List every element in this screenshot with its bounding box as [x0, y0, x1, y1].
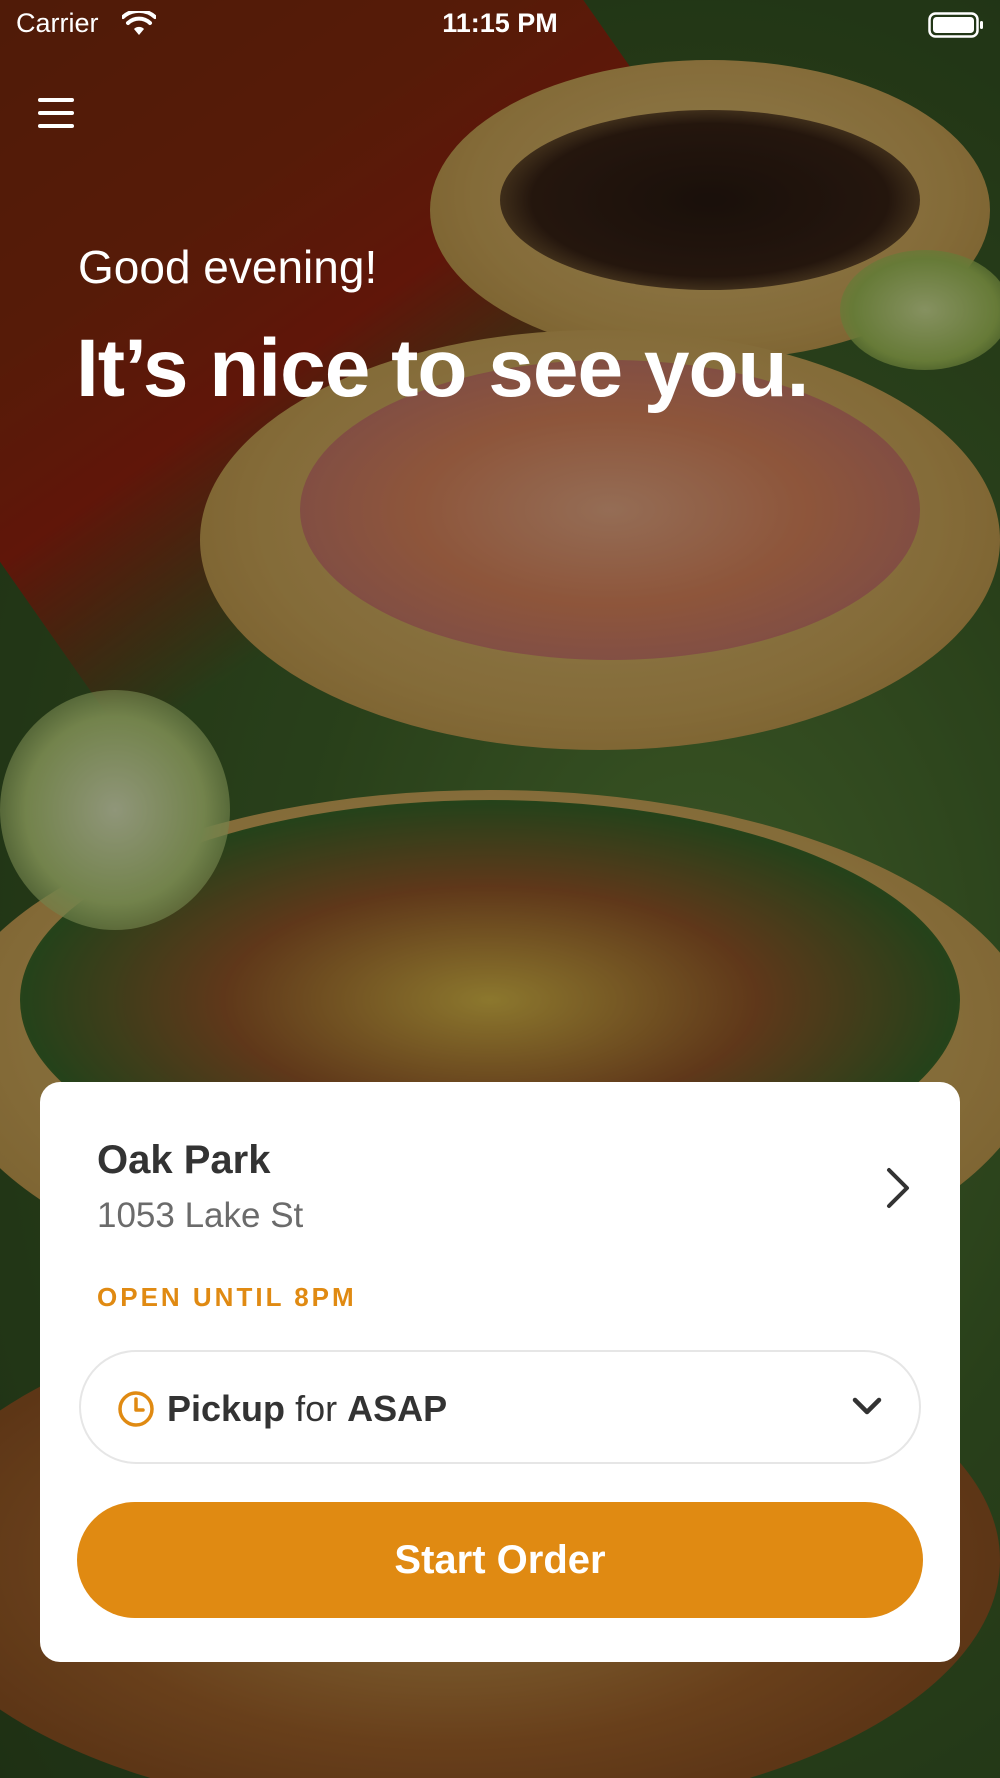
welcome-headline: It’s nice to see you. — [76, 323, 809, 414]
order-mode-text: Pickup for ASAP — [167, 1388, 447, 1430]
clock-icon — [118, 1391, 154, 1427]
chevron-down-icon — [852, 1397, 882, 1415]
battery-icon — [928, 12, 983, 38]
chevron-right-icon[interactable] — [884, 1166, 912, 1210]
start-order-button[interactable]: Start Order — [77, 1502, 923, 1618]
order-mode-connector: for — [295, 1388, 338, 1429]
location-card: Oak Park 1053 Lake St OPEN UNTIL 8PM Pic… — [40, 1082, 960, 1662]
order-time-select[interactable]: Pickup for ASAP — [79, 1350, 921, 1464]
clock-time: 11:15 PM — [442, 8, 558, 38]
hamburger-menu-icon[interactable] — [34, 92, 82, 134]
store-hours: OPEN UNTIL 8PM — [97, 1282, 357, 1312]
store-name[interactable]: Oak Park — [97, 1138, 270, 1183]
store-address[interactable]: 1053 Lake St — [97, 1196, 303, 1236]
order-time: ASAP — [347, 1388, 448, 1429]
status-bar: Carrier 11:15 PM — [0, 0, 1000, 52]
order-mode: Pickup — [167, 1388, 286, 1429]
greeting-text: Good evening! — [78, 241, 378, 293]
